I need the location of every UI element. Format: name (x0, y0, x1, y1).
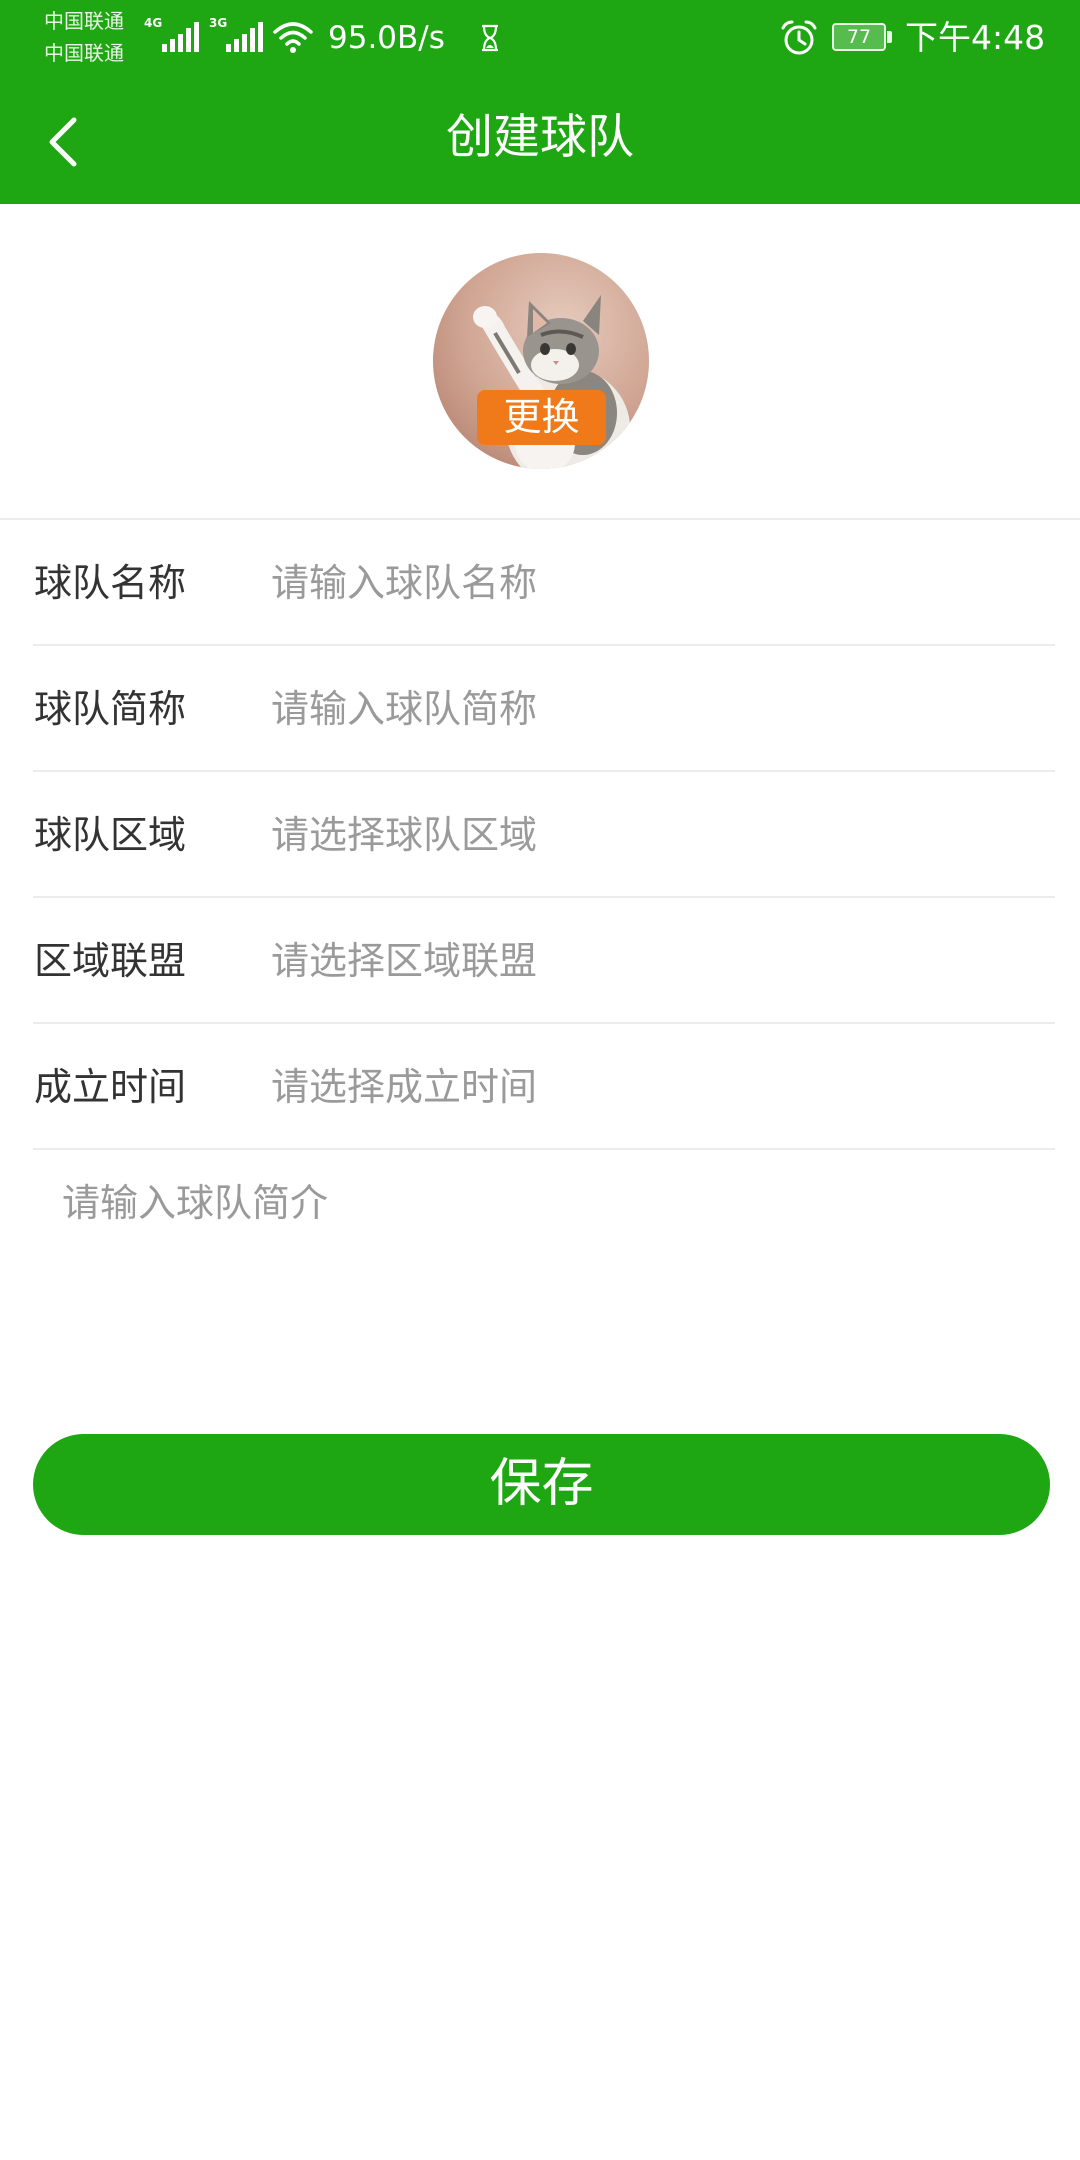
region-league-label: 区域联盟 (34, 939, 187, 983)
wifi-icon (273, 22, 313, 53)
alarm-icon (781, 20, 817, 55)
change-avatar-button[interactable]: 更换 (477, 390, 606, 445)
hourglass-icon (482, 24, 498, 52)
form-row-team-short-name: 球队简称 (0, 646, 1080, 772)
clock: 下午4:48 (905, 18, 1046, 57)
team-region-label: 球队区域 (34, 813, 187, 857)
form-row-team-region: 球队区域 (0, 772, 1080, 898)
chevron-left-icon (49, 117, 77, 167)
carrier-label-1: 中国联通 (44, 9, 124, 33)
founded-date-label: 成立时间 (34, 1065, 187, 1109)
team-short-name-input[interactable] (271, 646, 1031, 772)
network-type-1: 4G (144, 16, 163, 30)
back-button[interactable] (40, 114, 90, 170)
signal-icon (162, 22, 199, 52)
form-row-region-league: 区域联盟 (0, 898, 1080, 1024)
network-speed: 95.0B/s (328, 20, 445, 56)
team-intro-textarea[interactable] (62, 1180, 1022, 1390)
save-button[interactable]: 保存 (33, 1434, 1050, 1535)
battery-level: 77 (846, 26, 872, 48)
battery-icon: 77 (832, 23, 886, 51)
team-name-label: 球队名称 (34, 561, 187, 605)
signal-icon (226, 22, 263, 52)
network-type-2: 3G (209, 16, 228, 30)
region-league-picker[interactable] (271, 898, 1031, 1024)
status-bar: 中国联通 中国联通 4G 3G 95.0B/s 77 下午4:48 (0, 0, 1080, 84)
page-title: 创建球队 (446, 110, 634, 165)
form-row-founded-date: 成立时间 (0, 1024, 1080, 1150)
team-short-name-label: 球队简称 (34, 687, 187, 731)
battery-tip (887, 31, 892, 43)
form-row-team-name: 球队名称 (0, 520, 1080, 646)
team-region-picker[interactable] (271, 772, 1031, 898)
founded-date-picker[interactable] (271, 1024, 1031, 1150)
team-name-input[interactable] (271, 520, 1031, 646)
row-divider (33, 1148, 1055, 1150)
nav-header: 创建球队 (0, 84, 1080, 204)
carrier-label-2: 中国联通 (44, 41, 124, 65)
